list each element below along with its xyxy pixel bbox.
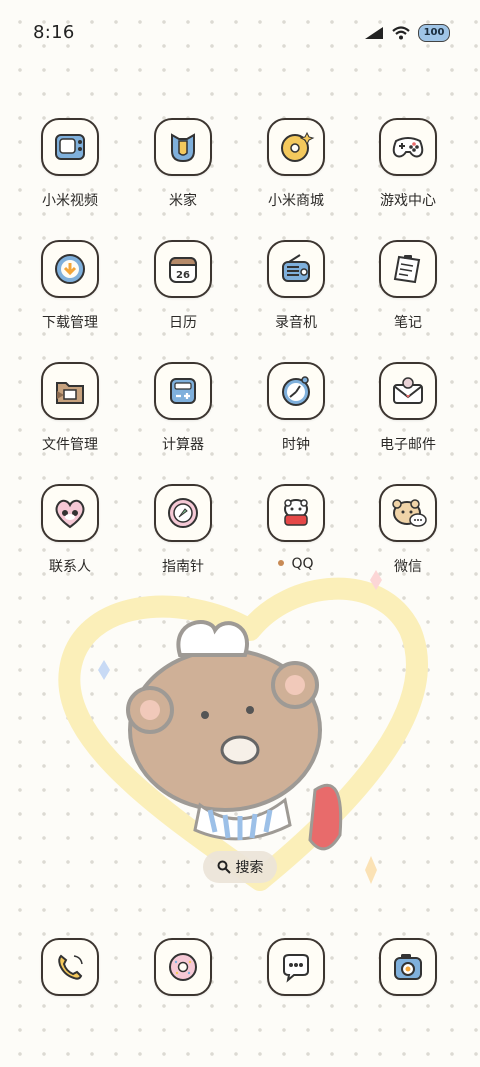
cellular-signal-icon (365, 27, 383, 39)
app-label: 米家 (169, 193, 197, 209)
dock-tile[interactable] (267, 938, 325, 996)
app-notes[interactable]: 笔记 (352, 240, 464, 332)
status-time: 8:16 (33, 22, 75, 43)
app-tile[interactable] (41, 118, 99, 176)
qq-icon (284, 499, 308, 526)
wallpaper-bear (58, 570, 428, 891)
status-icons: 100 (364, 24, 450, 42)
app-tile[interactable] (379, 240, 437, 298)
dock-messages[interactable] (240, 938, 352, 996)
phone-icon (58, 954, 83, 980)
mail-icon (393, 377, 423, 404)
app-tile[interactable]: 26 (154, 240, 212, 298)
gamepad-icon (392, 137, 424, 158)
download-icon (55, 254, 85, 284)
radio-icon (282, 254, 310, 282)
app-label-text: QQ (291, 556, 314, 572)
app-label: 下载管理 (42, 315, 98, 331)
tv-icon (55, 134, 85, 160)
notepad-icon (393, 255, 421, 284)
folder-icon (56, 382, 84, 404)
browser-donut-icon (169, 953, 197, 981)
app-file-manager[interactable]: 文件管理 (14, 362, 126, 454)
app-xiaomi-video[interactable]: 小米视频 (14, 118, 126, 210)
contacts-heart-icon (55, 499, 85, 529)
app-label: 录音机 (275, 315, 317, 331)
clock-icon (282, 376, 310, 406)
app-qq[interactable]: QQ (240, 484, 352, 572)
app-contacts[interactable]: 联系人 (14, 484, 126, 576)
donut-store-icon (281, 131, 315, 162)
app-tile[interactable] (154, 484, 212, 542)
calculator-icon (170, 378, 196, 404)
app-tile[interactable] (267, 484, 325, 542)
messages-icon (283, 954, 309, 983)
app-tile[interactable] (267, 118, 325, 176)
app-recorder[interactable]: 录音机 (240, 240, 352, 332)
app-label: 小米视频 (42, 193, 98, 209)
app-xiaomi-store[interactable]: 小米商城 (240, 118, 352, 210)
app-label: 小米商城 (268, 193, 324, 209)
search-button[interactable]: 搜索 (203, 851, 277, 883)
search-label: 搜索 (235, 860, 264, 876)
dock-tile[interactable] (154, 938, 212, 996)
dock-phone[interactable] (14, 938, 126, 996)
app-calculator[interactable]: 计算器 (127, 362, 239, 454)
app-label: 笔记 (394, 315, 422, 331)
app-tile[interactable] (41, 240, 99, 298)
dock-camera[interactable] (352, 938, 464, 996)
search-icon (217, 860, 231, 874)
app-label: 联系人 (49, 559, 91, 575)
compass-icon (168, 498, 198, 528)
app-label: 时钟 (282, 437, 310, 453)
wifi-icon (392, 26, 410, 40)
camera-icon (394, 954, 422, 980)
new-badge-dot (278, 560, 285, 566)
app-clock[interactable]: 时钟 (240, 362, 352, 454)
app-tile[interactable] (267, 240, 325, 298)
app-tile[interactable] (154, 118, 212, 176)
app-label: 日历 (169, 315, 197, 331)
calendar-icon: 26 (168, 257, 198, 283)
app-tile[interactable] (379, 362, 437, 420)
app-tile[interactable] (41, 484, 99, 542)
calendar-day: 26 (176, 270, 190, 281)
status-bar: 8:16 100 (0, 0, 480, 68)
dock-tile[interactable] (379, 938, 437, 996)
app-tile[interactable] (154, 362, 212, 420)
dock-tile[interactable] (41, 938, 99, 996)
app-download-manager[interactable]: 下载管理 (14, 240, 126, 332)
app-tile[interactable] (267, 362, 325, 420)
app-calendar[interactable]: 26 日历 (127, 240, 239, 332)
app-label: 微信 (394, 559, 422, 575)
app-wechat[interactable]: 微信 (352, 484, 464, 576)
app-compass[interactable]: 指南针 (127, 484, 239, 576)
app-label: 计算器 (162, 437, 204, 453)
app-label: 电子邮件 (380, 437, 436, 453)
app-label: 游戏中心 (380, 193, 436, 209)
app-label: 指南针 (162, 559, 204, 575)
battery-icon: 100 (418, 24, 450, 42)
app-mijia[interactable]: 米家 (127, 118, 239, 210)
dock (0, 938, 480, 998)
dock-browser[interactable] (127, 938, 239, 996)
app-game-center[interactable]: 游戏中心 (352, 118, 464, 210)
app-label: QQ (240, 556, 352, 572)
app-label: 文件管理 (42, 437, 98, 453)
app-tile[interactable] (379, 484, 437, 542)
wechat-icon (392, 499, 427, 527)
app-tile[interactable] (379, 118, 437, 176)
app-tile[interactable] (41, 362, 99, 420)
mijia-icon (171, 133, 195, 163)
app-email[interactable]: 电子邮件 (352, 362, 464, 454)
